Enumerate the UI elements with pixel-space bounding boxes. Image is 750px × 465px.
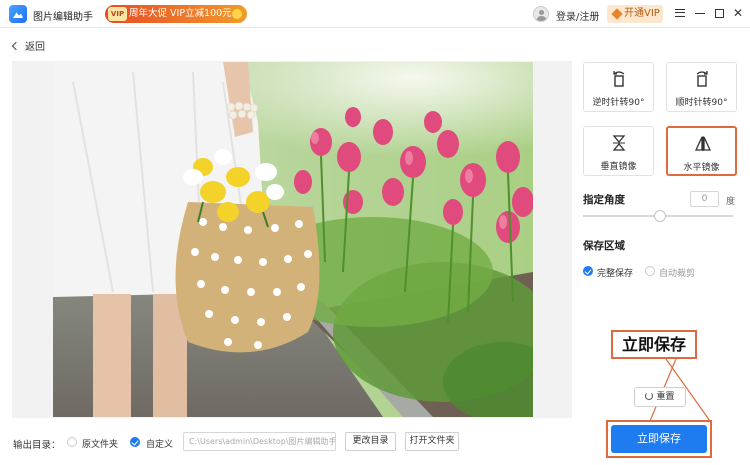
avatar[interactable]: [533, 6, 549, 22]
flip-horizontal-label: 水平镜像: [683, 163, 720, 173]
save-annotation-label: 立即保存: [611, 330, 697, 359]
rotate-cw-label: 顺时针转90°: [675, 98, 728, 108]
output-path-input[interactable]: C:\Users\admin\Desktop\图片编辑助手: [183, 432, 336, 451]
full-save-label: 完整保存: [597, 269, 634, 279]
flip-vertical-icon: [612, 135, 626, 151]
open-vip-button[interactable]: 开通VIP: [607, 5, 663, 23]
flip-vertical-button[interactable]: 垂直镜像: [583, 126, 654, 176]
rotate-ccw-icon: [613, 71, 625, 87]
auto-crop-radio[interactable]: [645, 266, 655, 276]
save-area-title: 保存区域: [583, 240, 625, 252]
output-dir-label: 输出目录：: [13, 440, 61, 451]
angle-unit: 度: [726, 197, 736, 207]
auto-crop-label: 自动裁剪: [659, 269, 696, 279]
back-button[interactable]: 返回: [11, 38, 45, 53]
close-icon: ✕: [732, 6, 744, 20]
title-bar: 图片编辑助手 VIP 周年大促 VIP立减100元 登录/注册 开通VIP ✕: [0, 0, 750, 28]
rotate-cw-icon: [696, 71, 708, 87]
promo-banner[interactable]: VIP 周年大促 VIP立减100元: [105, 5, 247, 23]
original-folder-radio[interactable]: [67, 437, 77, 447]
close-button[interactable]: ✕: [730, 4, 746, 22]
open-folder-button[interactable]: 打开文件夹: [405, 432, 459, 451]
custom-folder-radio[interactable]: [130, 437, 140, 447]
login-link[interactable]: 登录/注册: [556, 8, 599, 23]
save-now-button[interactable]: 立即保存: [611, 425, 707, 453]
open-vip-label: 开通VIP: [624, 8, 660, 19]
angle-input[interactable]: 0: [690, 191, 719, 207]
menu-button[interactable]: [672, 4, 688, 22]
app-logo-icon: [9, 5, 27, 23]
vip-badge: VIP: [108, 7, 127, 21]
angle-title: 指定角度: [583, 194, 625, 206]
minimize-icon: [695, 13, 705, 14]
full-save-radio[interactable]: [583, 266, 593, 276]
rotate-ccw-button[interactable]: 逆时针转90°: [583, 62, 654, 112]
angle-slider-thumb[interactable]: [654, 210, 666, 222]
hamburger-icon: [675, 9, 685, 17]
photo-preview: [53, 62, 533, 417]
rotate-ccw-label: 逆时针转90°: [592, 98, 645, 108]
chevron-left-icon: [11, 41, 21, 51]
app-title: 图片编辑助手: [33, 12, 93, 23]
flip-horizontal-icon: [694, 136, 712, 151]
coin-icon: [231, 8, 243, 20]
minimize-button[interactable]: [692, 4, 708, 22]
custom-folder-label: 自定义: [146, 440, 174, 450]
promo-text: 周年大促 VIP立减100元: [129, 8, 232, 19]
maximize-icon: [714, 9, 724, 18]
back-label: 返回: [25, 42, 45, 53]
diamond-icon: [611, 8, 623, 20]
refresh-icon: [645, 392, 654, 400]
flip-vertical-label: 垂直镜像: [600, 162, 637, 172]
save-button-highlight: 立即保存: [606, 420, 712, 458]
reset-button[interactable]: 重置: [634, 387, 686, 407]
change-dir-button[interactable]: 更改目录: [345, 432, 396, 451]
maximize-button[interactable]: [711, 4, 727, 22]
rotate-cw-button[interactable]: 顺时针转90°: [666, 62, 737, 112]
image-canvas: [12, 61, 572, 418]
original-folder-label: 原文件夹: [82, 440, 119, 450]
flip-horizontal-button[interactable]: 水平镜像: [666, 126, 737, 176]
reset-label: 重置: [656, 392, 675, 402]
